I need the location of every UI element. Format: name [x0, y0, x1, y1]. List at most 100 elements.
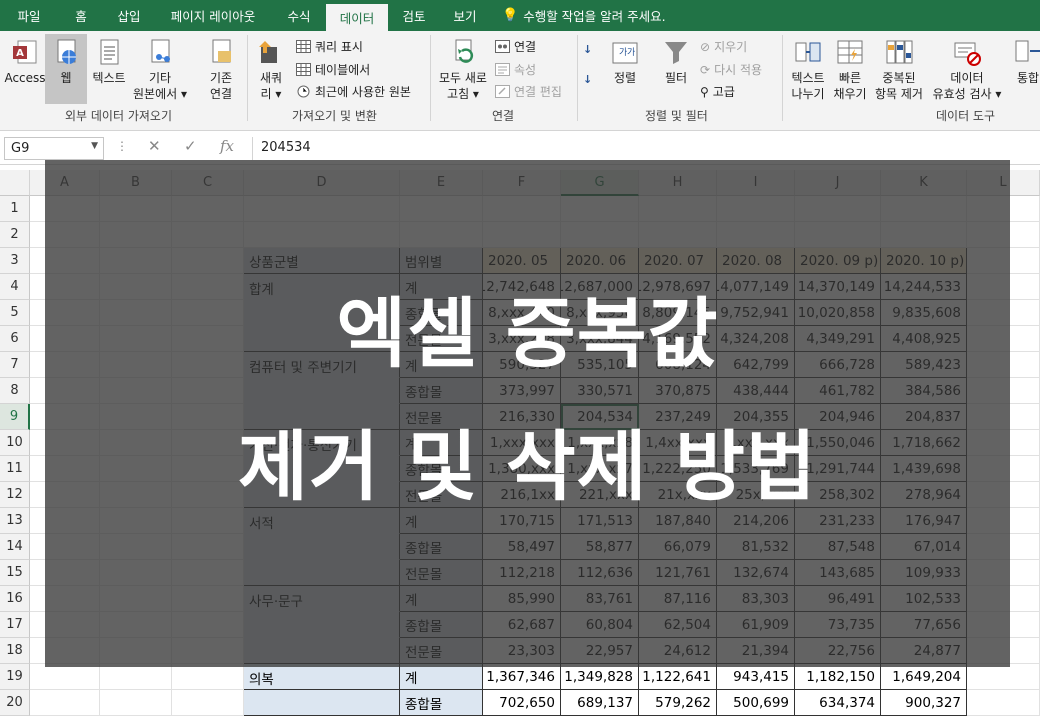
tab-data[interactable]: 데이터 [326, 4, 388, 31]
row-header-16[interactable]: 16 [0, 586, 30, 612]
text-source-button[interactable]: 텍스트 [88, 37, 130, 86]
table-value-cell[interactable]: 579,262 [639, 690, 717, 716]
remove-duplicates-button[interactable]: 중복된 항목 제거 [872, 37, 926, 102]
row-header-6[interactable]: 6 [0, 326, 30, 352]
recent-sources-button[interactable]: 최근에 사용한 원본 [296, 83, 411, 100]
row-header-10[interactable]: 10 [0, 430, 30, 456]
new-query-button[interactable]: 새쿼 리 ▾ [252, 37, 290, 102]
tab-home[interactable]: 홈 [58, 0, 104, 31]
data-validation-icon [954, 42, 981, 66]
cancel-icon[interactable]: ✕ [148, 137, 161, 155]
filter-button[interactable]: 필터 [656, 37, 696, 86]
row-header-1[interactable]: 1 [0, 196, 30, 222]
table-value-cell[interactable]: 1,367,346 [483, 664, 561, 690]
tab-formulas[interactable]: 수식 [272, 0, 326, 31]
table-group-cell[interactable] [244, 690, 400, 716]
tab-insert[interactable]: 삽입 [104, 0, 154, 31]
from-table-button[interactable]: 테이블에서 [296, 61, 370, 78]
remove-duplicates-icon [886, 40, 913, 64]
row-header-7[interactable]: 7 [0, 352, 30, 378]
filter-icon [665, 42, 687, 64]
consolidate-button[interactable]: 통합 [1008, 37, 1040, 86]
refresh-all-button[interactable]: 모두 새로 고침 ▾ [434, 37, 492, 102]
row-header-3[interactable]: 3 [0, 248, 30, 274]
advanced-filter-icon: ⚲ [700, 84, 709, 99]
table-value-cell[interactable]: 900,327 [881, 690, 967, 716]
row-header-9[interactable]: 9 [0, 404, 30, 430]
select-all-corner[interactable] [0, 170, 30, 196]
cell[interactable] [967, 664, 1040, 690]
overlay-title-line1: 엑셀 중복값 [336, 289, 719, 378]
clear-filter-icon: ⊘ [700, 39, 711, 54]
group-label-data-tools: 데이터 도구 [936, 109, 996, 123]
row-header-18[interactable]: 18 [0, 638, 30, 664]
other-sources-button[interactable]: 기타 원본에서 ▾ [130, 37, 190, 102]
table-group-cell[interactable]: 의복 [244, 664, 400, 690]
reapply-button[interactable]: ⟳ 다시 적용 [700, 61, 762, 78]
sort-button[interactable]: 가가 정렬 [606, 37, 644, 86]
table-value-cell[interactable]: 1,649,204 [881, 664, 967, 690]
web-button[interactable]: 웹 [45, 34, 87, 104]
other-sources-icon [151, 39, 170, 63]
text-to-columns-icon [795, 42, 821, 62]
table-value-cell[interactable]: 943,415 [717, 664, 795, 690]
flash-fill-button[interactable]: 빠른 채우기 [830, 37, 870, 102]
show-queries-button[interactable]: 쿼리 표시 [296, 38, 363, 55]
table-value-cell[interactable]: 634,374 [795, 690, 881, 716]
row-header-8[interactable]: 8 [0, 378, 30, 404]
cell[interactable] [100, 664, 172, 690]
name-box[interactable]: G9 ▼ [4, 137, 104, 160]
row-header-2[interactable]: 2 [0, 222, 30, 248]
table-value-cell[interactable]: 1,122,641 [639, 664, 717, 690]
tell-me-box[interactable]: 💡 수행할 작업을 알려 주세요. [490, 6, 666, 25]
row-header-4[interactable]: 4 [0, 274, 30, 300]
more-icon: ⋮ [116, 139, 128, 153]
enter-icon[interactable]: ✓ [184, 137, 197, 155]
group-separator [577, 35, 578, 121]
cell[interactable] [967, 690, 1040, 716]
edit-links-button[interactable]: 연결 편집 [495, 83, 562, 100]
text-to-columns-button[interactable]: 텍스트 나누기 [786, 37, 830, 102]
formula-input[interactable]: 204534 [252, 137, 1036, 160]
cell[interactable] [30, 664, 100, 690]
access-button[interactable]: A Access [4, 37, 46, 86]
table-value-cell[interactable]: 1,182,150 [795, 664, 881, 690]
row-header-12[interactable]: 12 [0, 482, 30, 508]
cell[interactable] [100, 690, 172, 716]
table-value-cell[interactable]: 702,650 [483, 690, 561, 716]
sort-descending-button[interactable]: ↓ [583, 73, 592, 86]
table-range-cell[interactable]: 계 [400, 664, 483, 690]
sort-ascending-button[interactable]: ↓ [583, 43, 592, 56]
row-header-11[interactable]: 11 [0, 456, 30, 482]
clear-filter-button[interactable]: ⊘ 지우기 [700, 38, 747, 55]
group-label-sort-filter: 정렬 및 필터 [645, 109, 708, 123]
sort-za-icon: ↓ [583, 73, 593, 86]
tab-page-layout[interactable]: 페이지 레이아웃 [154, 0, 272, 31]
table-value-cell[interactable]: 1,349,828 [561, 664, 639, 690]
row-header-17[interactable]: 17 [0, 612, 30, 638]
table-range-cell[interactable]: 종합몰 [400, 690, 483, 716]
row-header-13[interactable]: 13 [0, 508, 30, 534]
cell[interactable] [30, 690, 100, 716]
connections-button[interactable]: 연결 [495, 38, 536, 55]
tab-review[interactable]: 검토 [388, 0, 440, 31]
row-header-5[interactable]: 5 [0, 300, 30, 326]
chevron-down-icon[interactable]: ▼ [91, 141, 98, 151]
table-value-cell[interactable]: 689,137 [561, 690, 639, 716]
refresh-icon [455, 39, 474, 63]
tab-view[interactable]: 보기 [440, 0, 490, 31]
insert-function-icon[interactable]: fx [220, 137, 234, 155]
table-value-cell[interactable]: 500,699 [717, 690, 795, 716]
row-header-20[interactable]: 20 [0, 690, 30, 716]
advanced-filter-button[interactable]: ⚲ 고급 [700, 83, 735, 100]
row-header-19[interactable]: 19 [0, 664, 30, 690]
cell[interactable] [172, 664, 244, 690]
cell[interactable] [172, 690, 244, 716]
row-header-15[interactable]: 15 [0, 560, 30, 586]
tab-file[interactable]: 파일 [0, 0, 58, 31]
existing-connections-button[interactable]: 기존 연결 [200, 37, 242, 102]
data-validation-button[interactable]: 데이터 유효성 검사 ▾ [930, 37, 1004, 102]
row-header-14[interactable]: 14 [0, 534, 30, 560]
ribbon: A Access 웹 텍스트 기타 원본에서 ▾ 기존 연결 외부 데이터 가져… [0, 31, 1040, 131]
properties-button[interactable]: 속성 [495, 61, 536, 78]
